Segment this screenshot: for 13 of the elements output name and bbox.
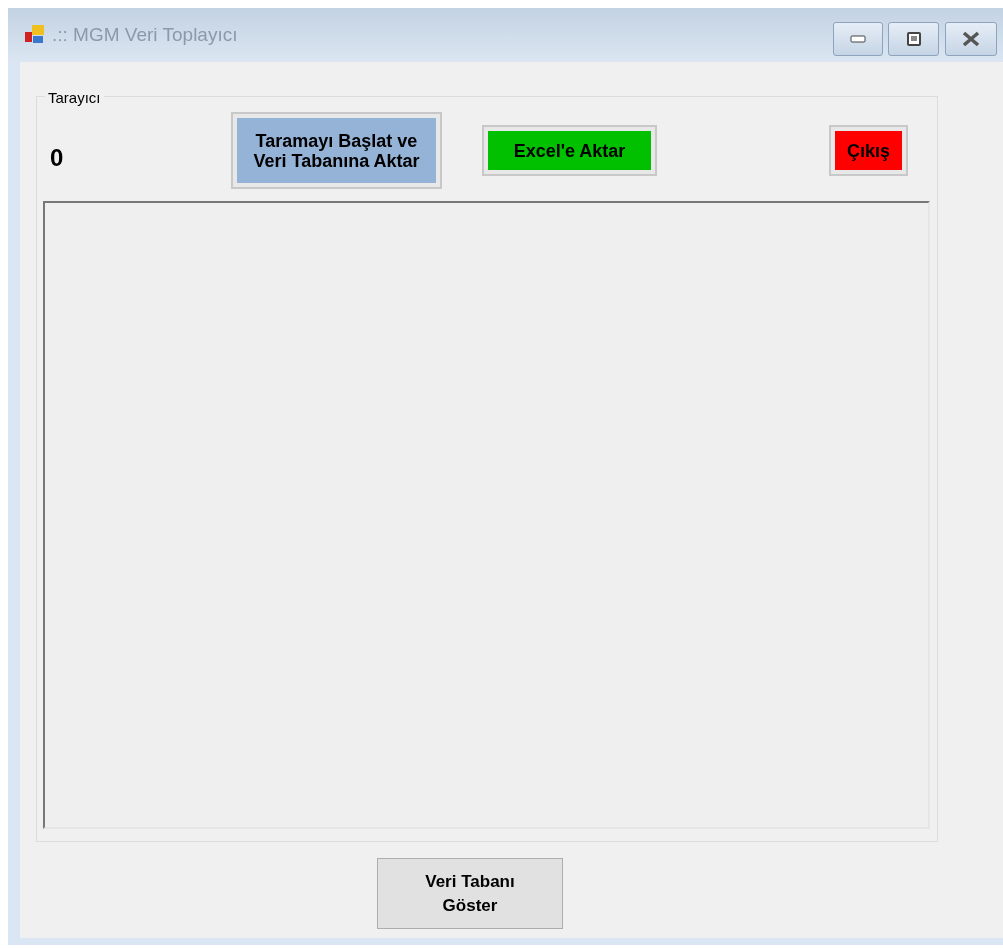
- close-button[interactable]: [945, 22, 997, 56]
- start-scan-button[interactable]: Taramayı Başlat ve Veri Tabanına Aktar: [237, 118, 436, 183]
- maximize-icon: [906, 32, 921, 46]
- show-database-button[interactable]: Veri Tabanı Göster: [377, 858, 563, 929]
- export-excel-button[interactable]: Excel'e Aktar: [488, 131, 651, 170]
- maximize-button[interactable]: [888, 22, 939, 56]
- exit-button[interactable]: Çıkış: [835, 131, 902, 170]
- minimize-icon: [850, 35, 866, 43]
- minimize-button[interactable]: [833, 22, 883, 56]
- counter-value: 0: [50, 143, 65, 172]
- window-title: .:: MGM Veri Toplayıcı: [52, 24, 238, 46]
- close-icon: [962, 31, 980, 47]
- app-icon: [24, 24, 46, 46]
